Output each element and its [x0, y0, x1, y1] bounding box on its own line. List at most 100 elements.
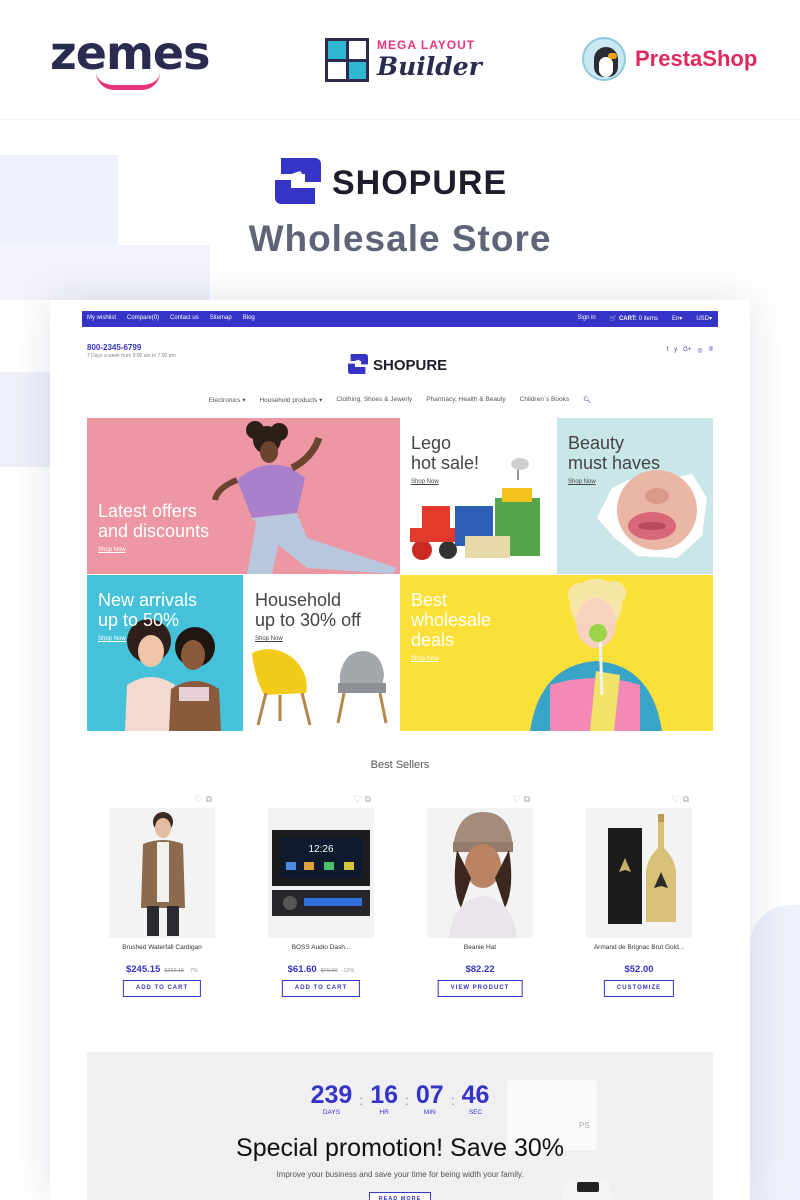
facebook-icon[interactable]: f	[666, 347, 668, 354]
category-menu: Electronics ▾ Household products ▾ Cloth…	[50, 396, 750, 404]
cart-count: 0 items	[638, 316, 658, 322]
countdown-minutes: 07 MIN	[415, 1081, 444, 1117]
banner-wholesale-deals[interactable]: Best wholesale deals Shop Now	[400, 575, 713, 731]
banner-latest-title-1: Latest offers	[98, 501, 197, 521]
car-radio-image: 12:26	[272, 830, 370, 916]
product-name[interactable]: Brushed Waterfall Cardigan	[87, 944, 237, 951]
wishlist-compare-icons[interactable]: ♡⧉	[672, 794, 693, 805]
currency-select[interactable]: USD▾	[696, 315, 712, 322]
read-more-button[interactable]: READ MORE	[369, 1192, 431, 1200]
banner-arrivals-title-2: up to 50%	[98, 610, 180, 630]
banner-latest-offers[interactable]: Latest offers and discounts Shop Now	[87, 418, 400, 574]
banner-wholesale-title-2: wholesale	[411, 610, 492, 630]
banner-wholesale-link[interactable]: Shop Now	[411, 656, 439, 662]
banner-beauty-title-1: Beauty	[568, 433, 625, 453]
store-logo[interactable]: SHOPURE	[348, 354, 458, 376]
banner-new-arrivals[interactable]: New arrivals up to 50% Shop Now	[87, 575, 243, 731]
promo-title: Special promotion! Save 30%	[236, 1134, 564, 1162]
category-household[interactable]: Household products ▾	[259, 396, 322, 404]
wishlist-compare-icons[interactable]: ♡⧉	[195, 794, 216, 805]
top-link-sitemap[interactable]: Sitemap	[210, 315, 232, 321]
special-promotion-section: PS 239 DAYS : 16 HR : 07 MIN : 46 SEC Sp…	[87, 1052, 713, 1200]
product-price: $82.22	[465, 964, 495, 975]
search-icon[interactable]: 🔍︎	[583, 396, 591, 404]
top-link-wishlist[interactable]: My wishlist	[87, 315, 116, 321]
banner-lego-title-2: hot sale!	[411, 453, 480, 473]
product-price: $52.00	[624, 964, 654, 975]
countdown-separator: :	[359, 1092, 364, 1108]
product-image-champagne[interactable]	[586, 808, 692, 938]
pinterest-icon[interactable]: ®	[709, 347, 713, 354]
shopure-bag-icon	[348, 354, 368, 374]
banner-beauty-link[interactable]: Shop Now	[568, 479, 596, 485]
champagne-image	[608, 814, 676, 924]
product-name[interactable]: Beanie Hat	[405, 944, 555, 951]
backdrop-shape	[750, 905, 800, 1200]
customize-button[interactable]: CUSTOMIZE	[603, 980, 675, 997]
wishlist-compare-icons[interactable]: ♡⧉	[513, 794, 534, 805]
mega-layout-builder-logo[interactable]: MEGA LAYOUT Builder	[325, 38, 485, 86]
countdown-separator: :	[450, 1092, 455, 1108]
instagram-icon[interactable]: ◎	[697, 347, 702, 354]
top-nav-bar: My wishlist Compare(0) Contact us Sitema…	[82, 311, 718, 327]
language-select[interactable]: En▾	[672, 315, 682, 322]
brand-header: zemes MEGA LAYOUT Builder PrestaShop	[0, 0, 800, 120]
wishlist-compare-icons[interactable]: ♡⧉	[354, 794, 375, 805]
hero-logo-text: SHOPURE	[332, 164, 508, 202]
banner-arrivals-link[interactable]: Shop Now	[98, 636, 126, 642]
dancing-woman-image	[212, 421, 397, 574]
category-pharmacy[interactable]: Pharmacy, Health & Beauty	[426, 396, 505, 404]
shopure-hero-logo: SHOPURE	[275, 158, 535, 210]
product-card: ♡⧉ Brushed Waterfall Cardigan $245.15 $26…	[87, 794, 237, 1014]
cart-label: CART:	[618, 316, 637, 322]
svg-text:12:26: 12:26	[308, 844, 333, 855]
cart-link[interactable]: 🛒 CART: 0 items	[610, 315, 658, 322]
prestashop-text: PrestaShop	[635, 46, 758, 71]
layout-grid-icon	[325, 38, 369, 82]
banner-latest-title-2: and discounts	[98, 521, 210, 541]
banner-household-link[interactable]: Shop Now	[255, 636, 283, 642]
category-books[interactable]: Children`s Books	[520, 396, 570, 404]
prestashop-logo[interactable]: PrestaShop	[582, 37, 762, 83]
product-image-car-radio[interactable]: 12:26	[268, 808, 374, 938]
promo-banner-grid: Latest offers and discounts Shop Now Leg…	[87, 418, 713, 731]
store-logo-text: SHOPURE	[373, 357, 448, 374]
product-name[interactable]: Armand de Brignac Brut Gold...	[564, 944, 714, 951]
product-price: $61.60 $70.00 -12%	[287, 964, 355, 975]
countdown-hours: 16 HR	[370, 1081, 398, 1117]
product-price: $245.15 $262.15 -7%	[125, 964, 198, 975]
phone-number[interactable]: 800-2345-6799	[87, 343, 141, 352]
product-card: ♡⧉ 12:26 BOSS Audio Dash... $61.60 $70.00…	[246, 794, 396, 1014]
builder-text: Builder	[377, 52, 482, 81]
twitter-icon[interactable]: y	[674, 347, 677, 354]
add-to-cart-button[interactable]: ADD TO CART	[281, 980, 361, 997]
hero-subtitle: Wholesale Store	[248, 218, 552, 259]
product-image-cardigan[interactable]	[109, 808, 215, 938]
google-plus-icon[interactable]: G+	[683, 347, 691, 354]
banner-lego-link[interactable]: Shop Now	[411, 479, 439, 485]
puffin-icon	[582, 37, 626, 81]
top-link-blog[interactable]: Blog	[243, 315, 255, 321]
product-name[interactable]: BOSS Audio Dash...	[246, 944, 396, 951]
social-links: f y G+ ◎ ®	[666, 347, 713, 354]
cardigan-man-image	[141, 812, 185, 936]
category-electronics[interactable]: Electronics ▾	[209, 396, 246, 404]
banner-household[interactable]: Household up to 30% off Shop Now	[244, 575, 400, 731]
best-sellers-heading: Best Sellers	[370, 759, 430, 771]
shopure-bag-icon	[275, 158, 321, 204]
product-image-beanie[interactable]	[427, 808, 533, 938]
top-link-compare[interactable]: Compare(0)	[127, 315, 159, 321]
category-clothing[interactable]: Clothing, Shoes & Jewerly	[336, 396, 412, 404]
beanie-woman-image	[449, 812, 517, 938]
banner-latest-link[interactable]: Shop Now	[98, 547, 126, 553]
sign-in-link[interactable]: Sign in	[577, 315, 595, 322]
countdown-separator: :	[405, 1092, 409, 1108]
banner-arrivals-title-1: New arrivals	[98, 590, 198, 610]
banner-household-title-1: Household	[255, 590, 342, 610]
add-to-cart-button[interactable]: ADD TO CART	[122, 980, 202, 997]
banner-lego[interactable]: Lego hot sale! Shop Now	[400, 418, 557, 574]
view-product-button[interactable]: VIEW PRODUCT	[437, 980, 523, 997]
banner-beauty[interactable]: Beauty must haves Shop Now	[557, 418, 713, 574]
top-link-contact[interactable]: Contact us	[170, 315, 199, 321]
banner-household-title-2: up to 30% off	[255, 610, 361, 630]
